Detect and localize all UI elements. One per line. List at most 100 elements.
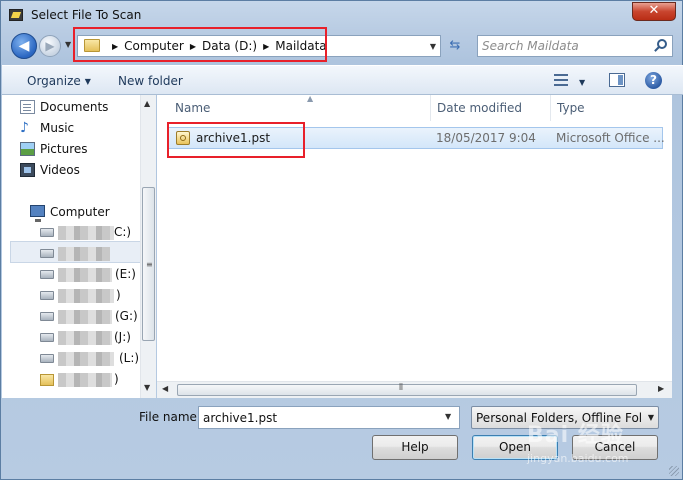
nav-item-drive[interactable]: (L:) [40,351,139,367]
drive-icon [40,312,54,321]
file-name: archive1.pst [196,131,271,145]
back-arrow-icon: ◀ [18,38,30,54]
file-name-input[interactable] [198,406,460,429]
breadcrumb-separator-icon[interactable]: ▶ [263,42,269,51]
grip-icon: ≡ [146,260,153,269]
file-name-dropdown-icon[interactable]: ▼ [445,412,451,421]
breadcrumb-separator-icon[interactable]: ▶ [190,42,196,51]
refresh-button[interactable]: ⇆ [445,36,465,56]
nav-item-videos[interactable]: Videos [20,163,80,177]
file-type-select[interactable]: Personal Folders, Offline Folder ▼ [471,406,659,429]
breadcrumb-separator-icon[interactable]: ▶ [112,42,118,51]
window-title: Select File To Scan [31,8,142,22]
scroll-down-icon[interactable]: ▼ [144,383,150,392]
file-date: 18/05/2017 9:04 [436,131,536,145]
search-icon[interactable] [657,39,667,49]
redacted-label [58,310,112,324]
organize-label: Organize [27,74,81,88]
column-label: Date modified [437,101,523,115]
file-name-label: File name: [139,410,201,424]
close-button[interactable]: ✕ [632,2,676,21]
views-dropdown-icon[interactable]: ▼ [579,75,585,89]
chevron-down-icon: ▼ [84,77,91,86]
scrollbar-thumb[interactable]: ⦀ [177,383,637,396]
resize-grip-icon[interactable] [669,466,679,476]
computer-icon [30,205,45,222]
nav-item-computer[interactable]: Computer [30,205,110,222]
help-icon[interactable]: ? [645,72,662,89]
help-button[interactable]: Help [372,435,458,460]
column-header-date[interactable]: Date modified [431,95,551,121]
nav-item-drive[interactable]: (J:) [40,330,131,346]
cancel-button[interactable]: Cancel [572,435,658,460]
chevron-down-icon: ▼ [647,413,654,422]
title-bar[interactable]: Select File To Scan ✕ [1,1,682,29]
forward-button[interactable]: ▶ [39,35,61,57]
address-bar[interactable]: ▶ Computer ▶ Data (D:) ▶ Maildata ▼ [77,35,441,57]
views-icon[interactable] [554,74,568,86]
search-box[interactable] [477,35,673,57]
file-horizontal-scrollbar[interactable]: ◀ ⦀ ▶ [157,381,672,398]
redacted-label [58,289,114,303]
scroll-right-icon[interactable]: ▶ [658,384,664,393]
preview-pane-icon[interactable] [609,73,625,87]
redacted-label [58,352,114,366]
drive-icon [40,333,54,342]
address-dropdown-icon[interactable]: ▼ [430,42,436,51]
drive-label: C:) [114,225,132,239]
back-button[interactable]: ◀ [11,33,37,59]
pst-file-icon [176,131,190,145]
breadcrumb-data-drive[interactable]: Data (D:) [202,39,257,53]
drive-icon [40,228,54,237]
nav-item-folder[interactable]: ) [40,372,120,388]
grip-icon: ⦀ [399,383,403,393]
nav-item-drive[interactable] [40,246,120,262]
nav-item-drive[interactable]: ) [40,288,121,304]
nav-label: Computer [50,205,110,219]
drive-label: (L:) [119,351,140,365]
folder-icon [84,39,100,52]
open-button[interactable]: Open [472,435,558,460]
drive-icon [40,354,54,363]
nav-item-drive[interactable]: (E:) [40,267,136,283]
redacted-label [58,247,110,261]
file-type: Microsoft Office ... [556,131,665,145]
drive-icon [40,270,54,279]
nav-item-drive[interactable]: C:) [40,225,131,241]
recent-pages-dropdown-icon[interactable]: ▼ [65,40,71,49]
file-type-value: Personal Folders, Offline Folder [476,411,642,425]
forward-arrow-icon: ▶ [45,39,55,53]
new-folder-button[interactable]: New folder [118,74,183,88]
nav-item-drive[interactable]: (G:) [40,309,138,325]
refresh-icon: ⇆ [449,38,461,53]
drive-label: ) [116,288,121,302]
nav-vertical-scrollbar[interactable]: ▲ ≡ ▼ [140,95,156,398]
nav-item-documents[interactable]: Documents [20,100,108,114]
breadcrumb-computer[interactable]: Computer [124,39,184,53]
file-list-pane: ▲ Name Date modified Type archive1.pst 1… [157,94,672,398]
file-row[interactable]: archive1.pst 18/05/2017 9:04 Microsoft O… [168,127,665,149]
column-header-name[interactable]: ▲ Name [169,94,431,121]
breadcrumb-maildata[interactable]: Maildata [275,39,326,53]
app-icon [9,9,23,21]
nav-label: Pictures [40,142,88,156]
nav-label: Videos [40,163,80,177]
videos-icon [20,163,35,177]
scroll-up-icon[interactable]: ▲ [144,99,150,108]
nav-item-music[interactable]: ♪ Music [20,121,75,135]
drive-label: (E:) [115,267,136,281]
column-label: Type [557,101,585,115]
redacted-label [58,373,112,387]
command-toolbar: Organize ▼ New folder ▼ ? [2,65,683,95]
drive-label: ) [114,372,119,386]
search-input[interactable] [482,37,650,55]
scrollbar-thumb[interactable]: ≡ [142,187,155,341]
column-header-type[interactable]: Type [551,95,667,121]
redacted-label [58,226,114,240]
documents-icon [20,100,35,114]
nav-label: Music [40,121,75,135]
scroll-left-icon[interactable]: ◀ [162,384,168,393]
breadcrumb: ▶ Computer ▶ Data (D:) ▶ Maildata [106,39,327,53]
nav-item-pictures[interactable]: Pictures [20,142,88,156]
organize-button[interactable]: Organize ▼ [27,74,91,88]
